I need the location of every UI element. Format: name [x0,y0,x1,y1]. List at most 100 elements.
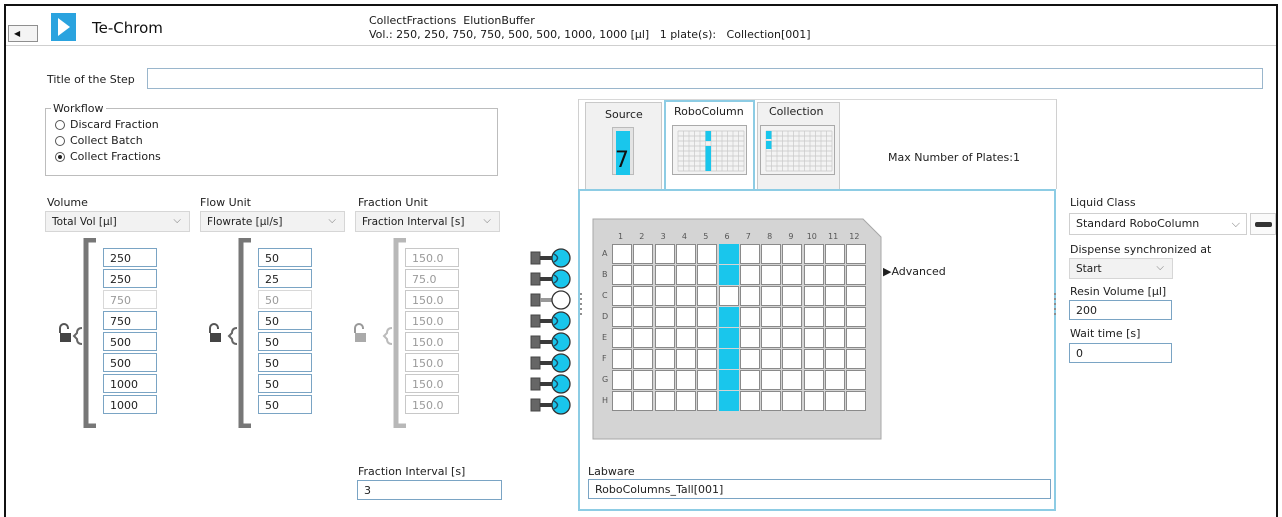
well-B2[interactable] [633,265,654,285]
well-H8[interactable] [761,391,782,411]
well-B3[interactable] [654,265,675,285]
fraction-input[interactable]: 150.0 [405,374,459,393]
well-G3[interactable] [654,370,675,390]
well-D4[interactable] [675,307,696,327]
fraction-input[interactable]: 150.0 [405,395,459,414]
well-H6[interactable] [718,391,739,411]
well-D7[interactable] [739,307,760,327]
left-splitter-handle[interactable] [580,293,582,315]
fraction-input[interactable]: 150.0 [405,311,459,330]
liquid-class-select[interactable]: Standard RoboColumn ⌵ [1069,213,1247,235]
well-H7[interactable] [739,391,760,411]
volume-input[interactable]: 750 [103,290,157,309]
well-A7[interactable] [739,244,760,264]
well-D9[interactable] [782,307,803,327]
radio-collect-batch[interactable] [55,136,65,146]
well-G1[interactable] [612,370,632,390]
well-F7[interactable] [739,349,760,369]
well-B10[interactable] [803,265,824,285]
well-B7[interactable] [739,265,760,285]
advanced-toggle[interactable]: ▶Advanced [883,265,946,278]
volume-input[interactable]: 500 [103,353,157,372]
well-A5[interactable] [697,244,718,264]
well-G12[interactable] [846,370,867,390]
flow-input[interactable]: 50 [258,353,312,372]
volume-input[interactable]: 1000 [103,374,157,393]
well-E8[interactable] [761,328,782,348]
well-A6[interactable] [718,244,739,264]
volume-input[interactable]: 500 [103,332,157,351]
well-B5[interactable] [697,265,718,285]
well-B9[interactable] [782,265,803,285]
volume-input[interactable]: 1000 [103,395,157,414]
flow-unit-select[interactable]: Flowrate [µl/s] ⌵ [200,211,345,232]
step-title-input[interactable] [147,68,1263,89]
well-F12[interactable] [846,349,867,369]
volume-input[interactable]: 250 [103,248,157,267]
radio-discard-fraction[interactable] [55,120,65,130]
well-C4[interactable] [675,286,696,306]
well-D3[interactable] [654,307,675,327]
flow-input[interactable]: 50 [258,374,312,393]
well-E11[interactable] [825,328,845,348]
fraction-input[interactable]: 150.0 [405,353,459,372]
well-H3[interactable] [654,391,675,411]
well-D12[interactable] [846,307,867,327]
well-G11[interactable] [825,370,845,390]
well-G4[interactable] [675,370,696,390]
fraction-unit-select[interactable]: Fraction Interval [s] ⌵ [355,211,500,232]
well-E9[interactable] [782,328,803,348]
well-A4[interactable] [675,244,696,264]
fraction-input[interactable]: 150.0 [405,248,459,267]
flow-input[interactable]: 50 [258,311,312,330]
dispense-select[interactable]: Start ⌵ [1069,258,1173,279]
well-F10[interactable] [803,349,824,369]
resin-volume-input[interactable]: 200 [1069,300,1172,320]
well-G5[interactable] [697,370,718,390]
well-B8[interactable] [761,265,782,285]
well-B6[interactable] [718,265,739,285]
well-G6[interactable] [718,370,739,390]
well-D11[interactable] [825,307,845,327]
fraction-input[interactable]: 150.0 [405,332,459,351]
well-E7[interactable] [739,328,760,348]
flow-input[interactable]: 50 [258,290,312,309]
flow-input[interactable]: 50 [258,248,312,267]
liquid-class-editor-button[interactable] [1250,213,1276,235]
volume-input[interactable]: 250 [103,269,157,288]
well-F9[interactable] [782,349,803,369]
well-H4[interactable] [675,391,696,411]
well-E3[interactable] [654,328,675,348]
well-A3[interactable] [654,244,675,264]
well-E2[interactable] [633,328,654,348]
well-F2[interactable] [633,349,654,369]
volume-unit-select[interactable]: Total Vol [µl] ⌵ [45,211,190,232]
flow-input[interactable]: 25 [258,269,312,288]
well-H5[interactable] [697,391,718,411]
well-C1[interactable] [612,286,632,306]
right-splitter-handle[interactable] [1054,293,1056,315]
well-D10[interactable] [803,307,824,327]
volume-input[interactable]: 750 [103,311,157,330]
fraction-interval-input[interactable]: 3 [357,480,502,500]
well-C8[interactable] [761,286,782,306]
well-F5[interactable] [697,349,718,369]
collapse-button[interactable]: ◀ [8,25,38,42]
well-G10[interactable] [803,370,824,390]
wait-time-input[interactable]: 0 [1069,343,1172,363]
well-H11[interactable] [825,391,845,411]
fraction-input[interactable]: 75.0 [405,269,459,288]
well-F6[interactable] [718,349,739,369]
well-A10[interactable] [803,244,824,264]
radio-collect-fractions[interactable] [55,152,65,162]
well-D8[interactable] [761,307,782,327]
fraction-input[interactable]: 150.0 [405,290,459,309]
well-C11[interactable] [825,286,845,306]
well-C5[interactable] [697,286,718,306]
well-A8[interactable] [761,244,782,264]
flow-input[interactable]: 50 [258,395,312,414]
well-B1[interactable] [612,265,632,285]
well-E1[interactable] [612,328,632,348]
well-C2[interactable] [633,286,654,306]
well-D1[interactable] [612,307,632,327]
